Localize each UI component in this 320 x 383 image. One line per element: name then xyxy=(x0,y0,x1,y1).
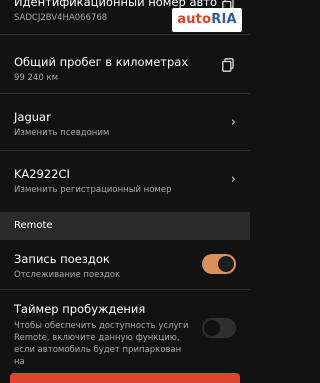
toggle-knob xyxy=(204,320,220,336)
chevron-right-icon[interactable]: › xyxy=(231,173,236,186)
wake-timer-title: Таймер пробуждения xyxy=(14,302,146,316)
divider xyxy=(0,150,250,151)
divider xyxy=(0,34,250,35)
plate-row[interactable]: KA2922CI Изменить регистрационный номер xyxy=(0,167,250,195)
plate-title: KA2922CI xyxy=(14,167,70,181)
section-header-remote: Remote xyxy=(0,212,250,240)
chevron-right-icon[interactable]: › xyxy=(231,116,236,129)
alias-row[interactable]: Jaguar Изменить псевдоним xyxy=(0,110,250,138)
wake-timer-toggle[interactable] xyxy=(202,318,236,338)
alias-subtitle: Изменить псевдоним xyxy=(14,128,110,138)
bottom-action-button[interactable] xyxy=(10,373,240,383)
trip-recording-toggle[interactable] xyxy=(202,254,236,274)
divider xyxy=(0,289,250,290)
alias-title: Jaguar xyxy=(14,110,51,124)
mileage-value: 99 240 км xyxy=(14,73,58,83)
divider xyxy=(0,93,250,94)
plate-subtitle: Изменить регистрационный номер xyxy=(14,185,172,195)
wake-timer-description: Чтобы обеспечить доступность услуги Remo… xyxy=(14,321,189,367)
autoria-watermark: autoRIA xyxy=(172,8,242,32)
mileage-title: Общий пробег в километрах xyxy=(14,55,189,69)
mileage-row: Общий пробег в километрах 99 240 км xyxy=(0,55,250,83)
copy-icon[interactable] xyxy=(222,58,234,72)
toggle-knob xyxy=(218,256,234,272)
